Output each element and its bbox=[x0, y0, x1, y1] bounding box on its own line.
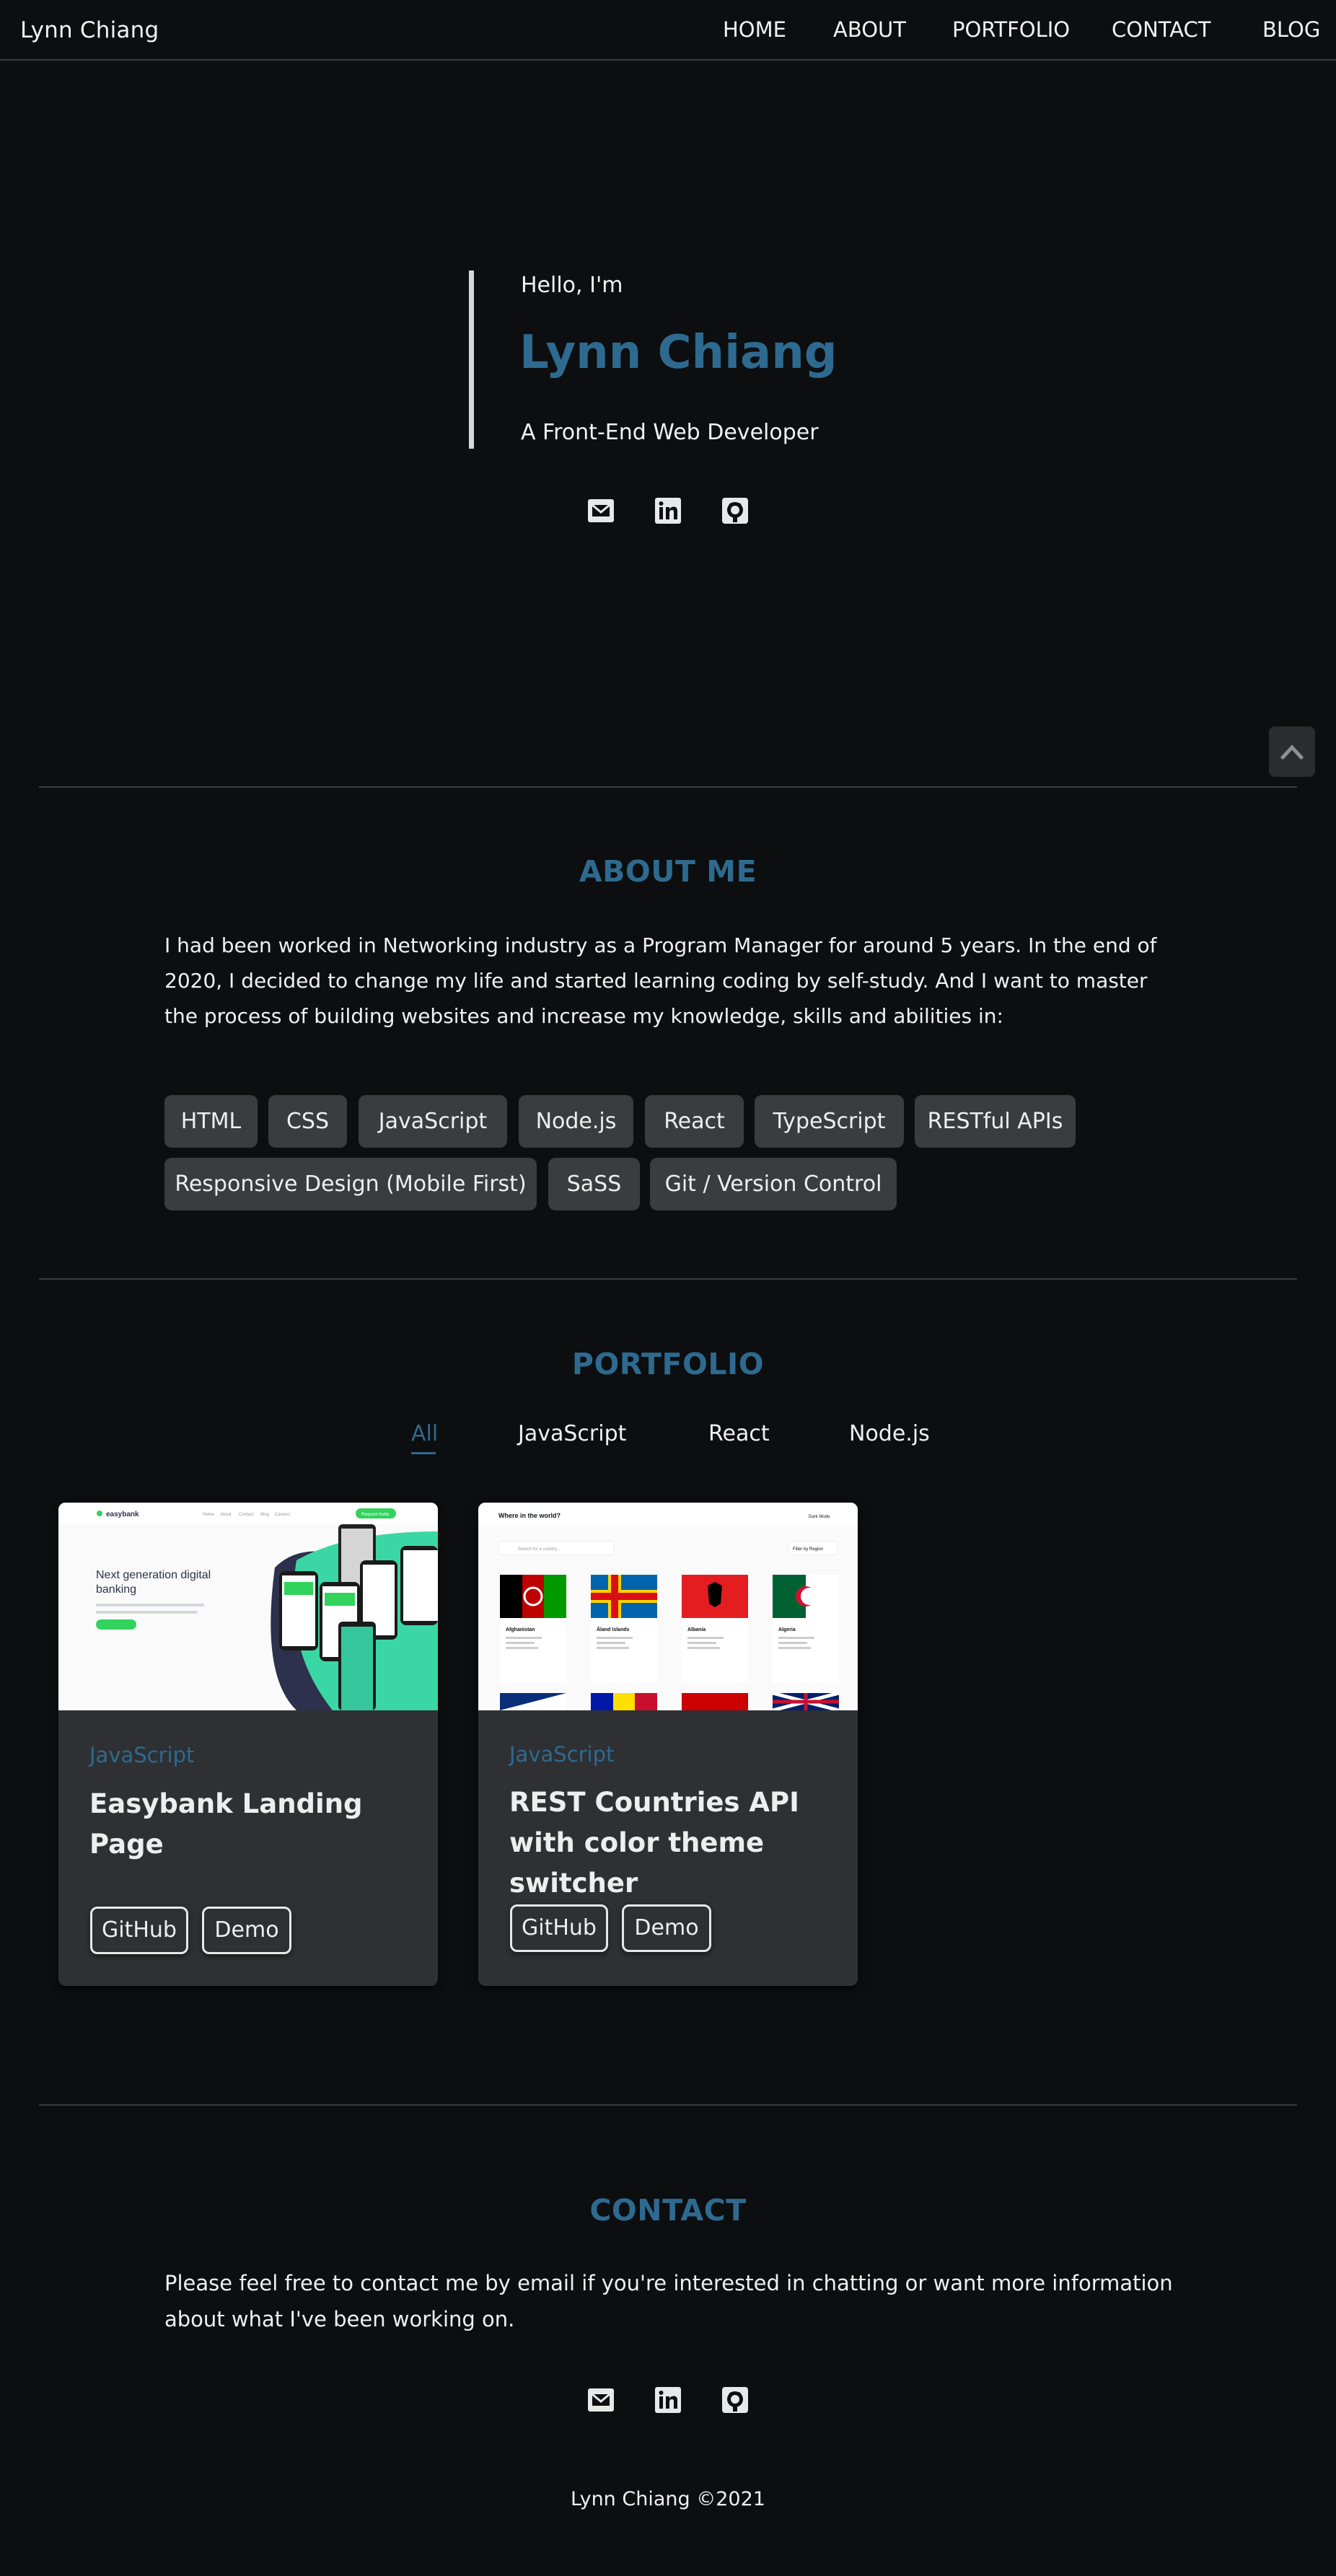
project-preview-image: easybank Home About Contact Blog Careers… bbox=[58, 1503, 438, 1710]
country-name: Åland Islands bbox=[597, 1626, 630, 1632]
country-name: Albania bbox=[687, 1627, 706, 1632]
linkedin-icon[interactable] bbox=[654, 496, 682, 525]
contact-text: Please feel free to contact me by email … bbox=[164, 2271, 1173, 2331]
email-icon[interactable] bbox=[586, 2386, 615, 2414]
github-icon[interactable] bbox=[721, 2386, 750, 2414]
hero-name: Lynn Chiang bbox=[519, 326, 838, 379]
skill-chip: Responsive Design (Mobile First) bbox=[164, 1158, 537, 1210]
country-name: Afghanistan bbox=[506, 1627, 535, 1632]
nav-link-portfolio[interactable]: PORTFOLIO bbox=[952, 17, 1070, 42]
about-text: I had been worked in Networking industry… bbox=[164, 933, 1157, 1028]
easybank-nav-careers: Careers bbox=[275, 1513, 290, 1517]
easybank-preview: easybank Home About Contact Blog Careers… bbox=[58, 1503, 438, 1710]
hero-greeting: Hello, I'm bbox=[521, 273, 623, 298]
nav-link-home[interactable]: HOME bbox=[723, 17, 786, 42]
country-name: Algeria bbox=[778, 1627, 796, 1632]
demo-button[interactable]: Demo bbox=[202, 1907, 291, 1954]
countries-search: Search for a country... bbox=[518, 1547, 561, 1552]
skill-chip: JavaScript bbox=[359, 1095, 507, 1148]
project-preview-image: Where in the world? Dark Mode Search for… bbox=[478, 1503, 858, 1710]
email-icon[interactable] bbox=[586, 496, 615, 525]
skill-chip: React bbox=[645, 1095, 744, 1148]
nav-link-blog[interactable]: BLOG bbox=[1262, 17, 1320, 42]
scroll-to-top-button[interactable] bbox=[1269, 726, 1315, 777]
project-title: Easybank Landing Page bbox=[89, 1788, 363, 1860]
skill-chip: SaSS bbox=[548, 1158, 640, 1210]
section-divider bbox=[39, 1278, 1297, 1280]
navbar: Lynn Chiang HOME ABOUT PORTFOLIO CONTACT… bbox=[0, 0, 1336, 61]
project-card: easybank Home About Contact Blog Careers… bbox=[58, 1503, 438, 1986]
github-icon[interactable] bbox=[721, 496, 750, 525]
hero-role: A Front-End Web Developer bbox=[521, 420, 819, 445]
skill-chip: TypeScript bbox=[755, 1095, 904, 1148]
project-category: JavaScript bbox=[89, 1743, 195, 1767]
brand-logo[interactable]: Lynn Chiang bbox=[20, 17, 159, 43]
about-title: ABOUT ME bbox=[579, 854, 757, 889]
section-divider bbox=[39, 2104, 1297, 2106]
active-filter-underline bbox=[411, 1452, 436, 1454]
github-button[interactable]: GitHub bbox=[90, 1907, 188, 1954]
svg-text:Next generation digital: Next generation digital bbox=[96, 1569, 211, 1581]
easybank-nav-about: About bbox=[220, 1513, 232, 1517]
demo-button[interactable]: Demo bbox=[622, 1904, 711, 1952]
filter-javascript[interactable]: JavaScript bbox=[518, 1421, 626, 1446]
contact-title: CONTACT bbox=[589, 2193, 747, 2228]
countries-dark-mode: Dark Mode bbox=[809, 1515, 830, 1519]
skill-chip: CSS bbox=[268, 1095, 347, 1148]
easybank-logo: easybank bbox=[106, 1511, 139, 1518]
skill-chip: Node.js bbox=[519, 1095, 633, 1148]
nav-link-contact[interactable]: CONTACT bbox=[1112, 17, 1211, 42]
portfolio-title: PORTFOLIO bbox=[571, 1347, 765, 1381]
filter-nodejs[interactable]: Node.js bbox=[849, 1421, 930, 1446]
svg-text:banking: banking bbox=[96, 1583, 136, 1596]
chevron-up-icon bbox=[1280, 744, 1304, 760]
easybank-nav-home: Home bbox=[203, 1513, 215, 1517]
hero-accent-bar bbox=[469, 271, 474, 449]
rest-countries-preview: Where in the world? Dark Mode Search for… bbox=[478, 1503, 858, 1710]
countries-header: Where in the world? bbox=[498, 1512, 561, 1519]
easybank-nav-blog: Blog bbox=[260, 1513, 269, 1517]
nav-link-about[interactable]: ABOUT bbox=[833, 17, 906, 42]
project-category: JavaScript bbox=[509, 1742, 615, 1767]
countries-filter: Filter by Region bbox=[793, 1547, 823, 1552]
project-card: Where in the world? Dark Mode Search for… bbox=[478, 1503, 858, 1986]
easybank-cta: Request Invite bbox=[361, 1513, 390, 1517]
hero-social-links bbox=[0, 496, 1336, 528]
project-title: REST Countries API with color theme swit… bbox=[509, 1787, 799, 1899]
github-button[interactable]: GitHub bbox=[510, 1904, 608, 1952]
footer-copyright: Lynn Chiang ©2021 bbox=[571, 2488, 765, 2510]
linkedin-icon[interactable] bbox=[654, 2386, 682, 2414]
skill-chip: RESTful APIs bbox=[915, 1095, 1076, 1148]
skill-chip: HTML bbox=[164, 1095, 258, 1148]
section-divider bbox=[39, 786, 1297, 788]
filter-all[interactable]: All bbox=[411, 1421, 438, 1446]
contact-social-links bbox=[0, 2386, 1336, 2417]
easybank-nav-contact: Contact bbox=[239, 1513, 254, 1517]
filter-react[interactable]: React bbox=[708, 1421, 770, 1446]
skill-chip: Git / Version Control bbox=[650, 1158, 897, 1210]
